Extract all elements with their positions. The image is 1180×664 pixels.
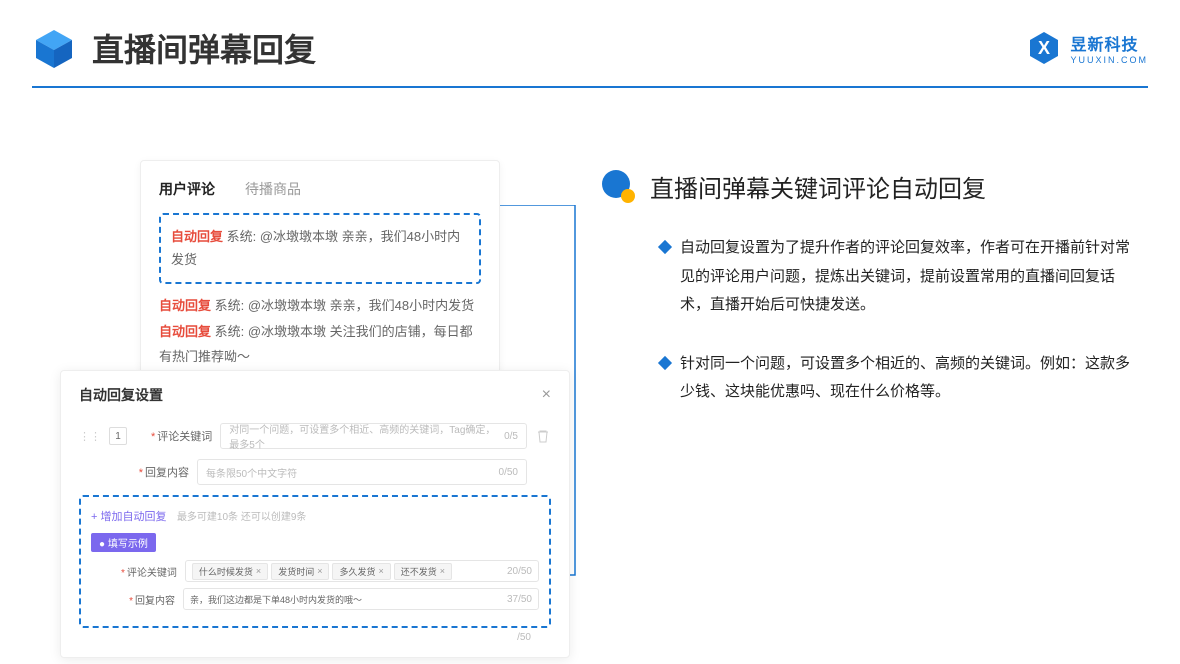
header-divider [32, 86, 1148, 88]
brand-name: 昱新科技 [1070, 31, 1148, 55]
section-title: 直播间弹幕关键词评论自动回复 [650, 169, 986, 204]
add-auto-reply-link[interactable]: + 增加自动回复 [91, 511, 166, 523]
example-section: + 增加自动回复 最多可建10条 还可以创建9条 ● 填写示例 *评论关键词 什… [79, 495, 551, 628]
auto-reply-label: 自动回复 [171, 229, 223, 244]
ex-content-label: *回复内容 [121, 592, 175, 607]
keyword-tag[interactable]: 多久发货× [332, 563, 390, 580]
row-number: 1 [109, 427, 127, 445]
drag-handle-icon[interactable]: ⋮⋮ [79, 430, 101, 443]
close-icon[interactable]: × [542, 386, 551, 404]
brand-icon: X [1026, 30, 1062, 66]
example-tags: 什么时候发货×发货时间×多久发货×还不发货× [192, 563, 455, 580]
outer-counter: /50 [79, 632, 551, 643]
chat-bubble-icon [600, 168, 636, 204]
bullet-text: 针对同一个问题，可设置多个相近的、高频的关键词。例如：这款多少钱、这块能优惠吗、… [680, 350, 1140, 407]
comment-line: 自动回复 系统: @冰墩墩本墩 亲亲，我们48小时内发货 [159, 294, 481, 319]
highlighted-comment: 自动回复 系统: @冰墩墩本墩 亲亲，我们48小时内发货 [159, 213, 481, 284]
keyword-tag[interactable]: 还不发货× [394, 563, 452, 580]
comment-line: 自动回复 系统: @冰墩墩本墩 关注我们的店铺，每日都有热门推荐呦～ [159, 320, 481, 369]
diamond-icon [658, 240, 672, 254]
keyword-counter: 0/5 [504, 431, 518, 442]
brand-url: YUUXIN.COM [1070, 55, 1148, 65]
keyword-label: *评论关键词 [151, 428, 212, 444]
tab-pending-products[interactable]: 待播商品 [245, 179, 301, 199]
add-hint: 最多可建10条 还可以创建9条 [177, 512, 306, 523]
example-badge: ● 填写示例 [91, 533, 156, 552]
auto-reply-settings-panel: 自动回复设置 × ⋮⋮ 1 *评论关键词 对同一个问题，可设置多个相近、高频的关… [60, 370, 570, 658]
tab-user-comments[interactable]: 用户评论 [159, 179, 215, 199]
ex-keyword-label: *评论关键词 [121, 564, 177, 579]
delete-icon[interactable] [535, 428, 551, 444]
keyword-input[interactable]: 对同一个问题，可设置多个相近、高频的关键词，Tag确定，最多5个 0/5 [220, 423, 527, 449]
settings-title: 自动回复设置 [79, 385, 163, 405]
keyword-tag[interactable]: 什么时候发货× [192, 563, 268, 580]
content-counter: 0/50 [499, 467, 518, 478]
content-input[interactable]: 每条限50个中文字符 0/50 [197, 459, 527, 485]
bullet-item: 针对同一个问题，可设置多个相近的、高频的关键词。例如：这款多少钱、这块能优惠吗、… [660, 350, 1140, 407]
ex-keyword-input[interactable]: 什么时候发货×发货时间×多久发货×还不发货× 20/50 [185, 560, 539, 582]
brand-logo-area: X 昱新科技 YUUXIN.COM [1026, 30, 1148, 66]
cube-icon [32, 26, 76, 70]
svg-text:X: X [1038, 38, 1050, 58]
keyword-tag[interactable]: 发货时间× [271, 563, 329, 580]
page-title: 直播间弹幕回复 [92, 25, 316, 71]
bullet-text: 自动回复设置为了提升作者的评论回复效率，作者可在开播前针对常见的评论用户问题，提… [680, 234, 1140, 320]
comments-panel: 用户评论 待播商品 自动回复 系统: @冰墩墩本墩 亲亲，我们48小时内发货 自… [140, 160, 500, 391]
ex-content-input[interactable]: 亲，我们这边都是下单48小时内发货的哦～ 37/50 [183, 588, 539, 610]
bullet-item: 自动回复设置为了提升作者的评论回复效率，作者可在开播前针对常见的评论用户问题，提… [660, 234, 1140, 320]
diamond-icon [658, 355, 672, 369]
content-label: *回复内容 [135, 464, 189, 480]
